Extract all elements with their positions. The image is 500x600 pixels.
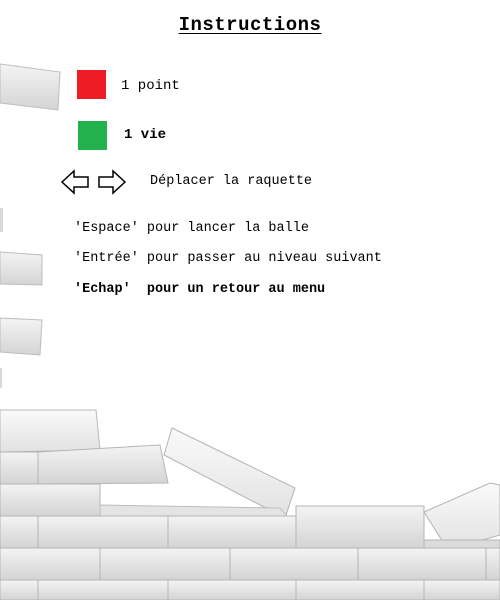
move-paddle-label: Déplacer la raquette: [150, 174, 313, 189]
left-right-arrows-icon: [61, 169, 127, 195]
floating-brick: [0, 208, 3, 388]
instruction-space: 'Espace' pour lancer la balle: [74, 221, 309, 236]
brick-wall-background: [0, 63, 500, 600]
green-square-icon: [78, 121, 107, 150]
brick-wall-rows: [0, 409, 500, 600]
right-arrow-icon: [98, 169, 127, 195]
floating-brick: [0, 63, 61, 111]
point-legend-label: 1 point: [121, 78, 180, 94]
red-square-icon: [77, 70, 106, 99]
left-arrow-icon: [61, 169, 89, 195]
page-title-text: Instructions: [178, 14, 322, 36]
floating-brick: [0, 251, 43, 286]
instruction-enter: 'Entrée' pour passer au niveau suivant: [74, 251, 382, 266]
page-title: Instructions: [0, 14, 500, 36]
instruction-escape: 'Echap' pour un retour au menu: [74, 282, 326, 297]
floating-brick: [0, 317, 43, 356]
life-legend-label: 1 vie: [124, 127, 167, 143]
